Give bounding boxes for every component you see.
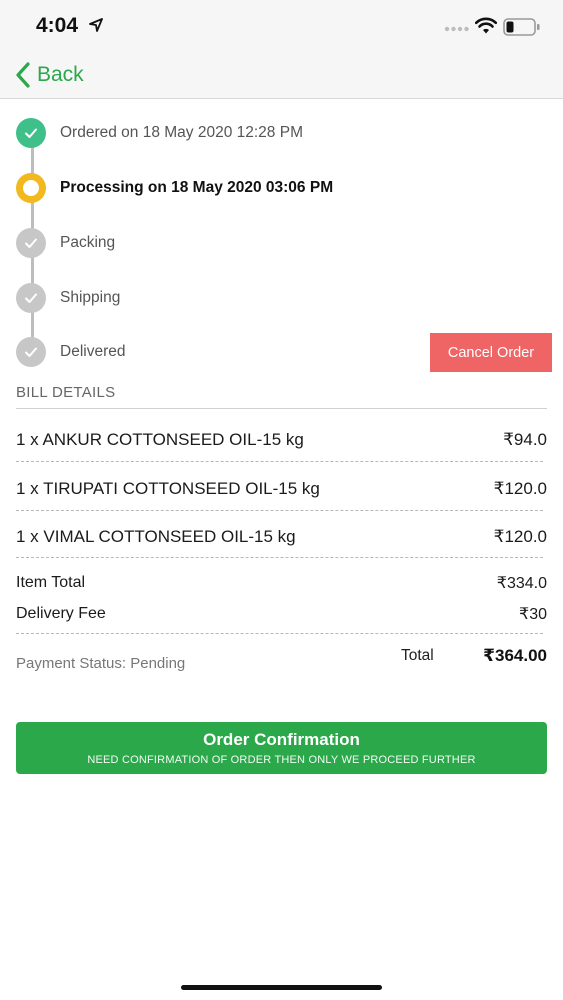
dashed-divider	[16, 510, 543, 511]
bill-item-name: 1 x ANKUR COTTONSEED OIL-15 kg	[16, 430, 304, 449]
checkmark-icon	[25, 347, 37, 357]
step-label: Shipping	[60, 289, 121, 306]
checkmark-icon	[25, 293, 37, 303]
bill-item-row: 1 x ANKUR COTTONSEED OIL-15 kg ₹94.0	[16, 425, 547, 455]
bill-item-price: ₹94.0	[503, 430, 547, 449]
bill-details-heading: BILL DETAILS	[16, 384, 116, 401]
timeline-step-packing: Packing	[16, 226, 115, 260]
payment-status: Payment Status: Pending	[16, 655, 186, 672]
location-arrow-icon	[89, 18, 103, 32]
step-label: Delivered	[60, 343, 126, 360]
step-current-indicator	[16, 173, 46, 203]
step-label: Packing	[60, 234, 116, 251]
step-pending-indicator	[16, 283, 46, 313]
cancel-order-button[interactable]: Cancel Order	[430, 333, 552, 372]
bill-item-name: 1 x TIRUPATI COTTONSEED OIL-15 kg	[16, 479, 320, 498]
dashed-divider	[16, 461, 543, 462]
status-bar: 4:04	[0, 0, 563, 50]
total-value: ₹364.00	[483, 646, 547, 665]
navigation-bar: Back	[0, 50, 563, 99]
bill-item-price: ₹120.0	[493, 527, 547, 546]
bill-item-row: 1 x TIRUPATI COTTONSEED OIL-15 kg ₹120.0	[16, 474, 547, 504]
step-pending-indicator	[16, 228, 46, 258]
back-label: Back	[37, 63, 84, 86]
bill-item-row: 1 x VIMAL COTTONSEED OIL-15 kg ₹120.0	[16, 522, 547, 552]
battery-icon	[503, 18, 540, 36]
dashed-divider	[16, 557, 543, 558]
timeline-step-processing: Processing on 18 May 2020 03:06 PM	[16, 171, 333, 205]
total-label: Total	[401, 647, 434, 664]
checkmark-icon	[25, 238, 37, 248]
timeline-step-shipping: Shipping	[16, 281, 120, 315]
item-total-value: ₹334.0	[496, 575, 547, 592]
step-label: Processing on 18 May 2020 03:06 PM	[60, 179, 334, 196]
delivery-fee-label: Delivery Fee	[16, 605, 106, 622]
item-total-label: Item Total	[16, 574, 86, 591]
home-indicator	[181, 985, 382, 990]
cellular-signal-icon	[444, 26, 469, 32]
divider	[16, 408, 547, 409]
step-label: Ordered on 18 May 2020 12:28 PM	[60, 124, 303, 141]
back-button[interactable]: Back	[15, 60, 84, 90]
delivery-fee-value: ₹30	[519, 606, 547, 623]
ring-icon	[23, 180, 39, 196]
delivery-fee-row: Delivery Fee ₹30	[16, 602, 547, 626]
status-time: 4:04	[36, 14, 79, 37]
bill-item-price: ₹120.0	[493, 479, 547, 498]
item-total-row: Item Total ₹334.0	[16, 571, 547, 595]
step-pending-indicator	[16, 337, 46, 367]
chevron-left-icon	[16, 62, 30, 88]
timeline-step-ordered: Ordered on 18 May 2020 12:28 PM	[16, 116, 303, 150]
step-done-indicator	[16, 118, 46, 148]
confirm-title: Order Confirmation	[203, 730, 360, 749]
dashed-divider	[16, 633, 543, 634]
wifi-icon	[475, 17, 497, 34]
order-confirmation-button[interactable]: Order Confirmation NEED CONFIRMATION OF …	[16, 722, 547, 774]
confirm-subtitle: NEED CONFIRMATION OF ORDER THEN ONLY WE …	[87, 754, 476, 766]
checkmark-icon	[25, 128, 37, 138]
timeline-step-delivered: Delivered	[16, 335, 125, 369]
bill-item-name: 1 x VIMAL COTTONSEED OIL-15 kg	[16, 527, 296, 546]
